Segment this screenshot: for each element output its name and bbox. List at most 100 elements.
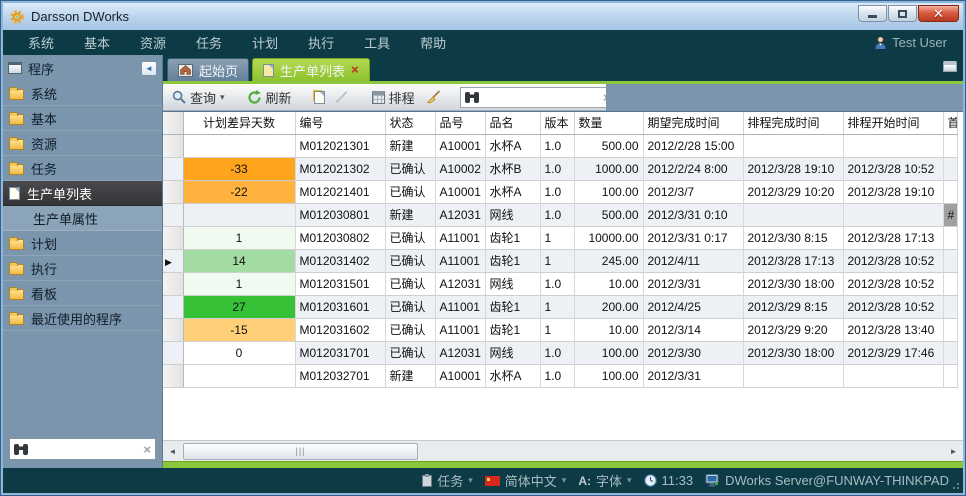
sidebar-item-1[interactable]: 基本 <box>3 106 162 131</box>
table-row[interactable]: -33M012021302已确认A10002水杯B1.01000.002012/… <box>163 157 957 180</box>
sidebar-item-2[interactable]: 资源 <box>3 131 162 156</box>
resize-grip[interactable] <box>950 480 960 490</box>
minimize-button[interactable] <box>858 5 887 22</box>
tasks-menu[interactable]: 任务 ▾ <box>422 471 473 490</box>
cell-expect: 2012/3/14 <box>643 318 743 341</box>
cell-status: 新建 <box>385 203 435 226</box>
table-row[interactable]: M012030801新建A12031网线1.0500.002012/3/31 0… <box>163 203 957 226</box>
cell-extra <box>943 134 957 157</box>
menu-item-7[interactable]: 帮助 <box>405 33 461 54</box>
sidebar-item-8[interactable]: 看板 <box>3 281 162 306</box>
new-button[interactable] <box>311 89 328 106</box>
folder-icon <box>9 239 24 250</box>
edit-button <box>333 88 353 106</box>
scrollbar-track[interactable]: ||| <box>180 443 946 460</box>
cell-diff <box>183 364 295 387</box>
column-header-7[interactable]: 期望完成时间 <box>643 112 743 134</box>
page-icon <box>9 187 20 200</box>
column-header-6[interactable]: 数量 <box>574 112 643 134</box>
menu-item-5[interactable]: 执行 <box>293 33 349 54</box>
horizontal-scrollbar[interactable]: ◄ ||| ► <box>163 440 963 461</box>
column-header-0[interactable]: 计划差异天数 <box>183 112 295 134</box>
cell-diff: 14 <box>183 249 295 272</box>
cell-qty: 245.00 <box>574 249 643 272</box>
clean-button[interactable] <box>423 88 444 106</box>
sidebar-item-0[interactable]: 系统 <box>3 81 162 106</box>
scroll-right-icon[interactable]: ► <box>946 444 961 459</box>
search-icon <box>172 90 186 104</box>
sidebar-item-6[interactable]: 计划 <box>3 231 162 256</box>
sidebar-item-3[interactable]: 任务 <box>3 156 162 181</box>
query-button[interactable]: 查询 ▾ <box>169 86 228 109</box>
scrollbar-thumb[interactable]: ||| <box>183 443 418 460</box>
refresh-button[interactable]: 刷新 <box>244 86 295 109</box>
sidebar-search-input[interactable] <box>32 442 139 456</box>
close-button[interactable]: ✕ <box>918 5 959 22</box>
table-row[interactable]: 27M012031601已确认A11001齿轮11200.002012/4/25… <box>163 295 957 318</box>
cell-sched_end <box>743 134 843 157</box>
menu-item-1[interactable]: 基本 <box>69 33 125 54</box>
column-header-4[interactable]: 品名 <box>485 112 540 134</box>
cell-item: A11001 <box>435 249 485 272</box>
cell-extra <box>943 295 957 318</box>
cell-expect: 2012/3/30 <box>643 341 743 364</box>
chevron-down-icon: ▾ <box>627 475 632 486</box>
column-header-10[interactable]: 首 <box>943 112 957 134</box>
menu-item-0[interactable]: 系统 <box>13 33 69 54</box>
toolbar: 查询 ▾ 刷新 <box>163 84 606 111</box>
column-header-8[interactable]: 排程完成时间 <box>743 112 843 134</box>
tab-close-icon[interactable]: × <box>351 64 359 76</box>
sidebar-item-9[interactable]: 最近使用的程序 <box>3 306 162 331</box>
font-menu[interactable]: A: 字体 ▾ <box>578 471 631 490</box>
cell-diff: 1 <box>183 272 295 295</box>
cell-diff: 1 <box>183 226 295 249</box>
column-header-2[interactable]: 状态 <box>385 112 435 134</box>
table-row[interactable]: 1M012030802已确认A11001齿轮1110000.002012/3/3… <box>163 226 957 249</box>
cell-ver: 1.0 <box>540 341 574 364</box>
sidebar-item-5[interactable]: 生产单属性 <box>3 206 162 231</box>
column-header-1[interactable]: 编号 <box>295 112 385 134</box>
language-menu[interactable]: 简体中文 ▾ <box>485 471 567 490</box>
cell-item: A10001 <box>435 364 485 387</box>
cell-sched_end: 2012/3/30 18:00 <box>743 272 843 295</box>
column-header-5[interactable]: 版本 <box>540 112 574 134</box>
sidebar-item-label: 基本 <box>31 109 57 128</box>
column-header-3[interactable]: 品号 <box>435 112 485 134</box>
menu-item-4[interactable]: 计划 <box>237 33 293 54</box>
table-row[interactable]: -22M012021401已确认A10001水杯A1.0100.002012/3… <box>163 180 957 203</box>
sidebar-item-4[interactable]: 生产单列表 <box>3 181 162 206</box>
menu-item-2[interactable]: 资源 <box>125 33 181 54</box>
toolbar-search-input[interactable] <box>483 90 599 104</box>
page-icon <box>263 64 274 77</box>
cell-expect: 2012/3/31 <box>643 272 743 295</box>
cell-status: 已确认 <box>385 226 435 249</box>
sidebar-header: 程序 ◄ <box>3 55 162 81</box>
china-flag-icon <box>485 476 500 486</box>
menu-item-6[interactable]: 工具 <box>349 33 405 54</box>
table-row[interactable]: M012021301新建A10001水杯A1.0500.002012/2/28 … <box>163 134 957 157</box>
cell-name: 网线 <box>485 341 540 364</box>
cell-sched_start: 2012/3/28 10:52 <box>843 157 943 180</box>
table-row[interactable]: M012032701新建A10001水杯A1.0100.002012/3/31 <box>163 364 957 387</box>
sidebar-collapse-button[interactable]: ◄ <box>141 61 157 76</box>
clock-status: 11:33 <box>644 473 694 488</box>
column-header-9[interactable]: 排程开始时间 <box>843 112 943 134</box>
table-row[interactable]: 1M012031501已确认A12031网线1.010.002012/3/312… <box>163 272 957 295</box>
undock-icon[interactable] <box>943 61 957 72</box>
table-row[interactable]: -15M012031602已确认A11001齿轮1110.002012/3/14… <box>163 318 957 341</box>
sidebar-item-7[interactable]: 执行 <box>3 256 162 281</box>
tab-start-page[interactable]: 起始页 <box>167 58 249 81</box>
current-row-icon: ▶ <box>165 257 172 267</box>
table-row[interactable]: ▶14M012031402已确认A11001齿轮11245.002012/4/1… <box>163 249 957 272</box>
table-row[interactable]: 0M012031701已确认A12031网线1.0100.002012/3/30… <box>163 341 957 364</box>
cell-code: M012030801 <box>295 203 385 226</box>
tab-production-order-list[interactable]: 生产单列表 × <box>252 58 370 81</box>
maximize-button[interactable] <box>888 5 917 22</box>
sidebar-search: × <box>9 438 156 460</box>
folder-icon <box>9 164 24 175</box>
scroll-left-icon[interactable]: ◄ <box>165 444 180 459</box>
schedule-button[interactable]: 排程 <box>369 86 418 109</box>
sidebar-search-clear-icon[interactable]: × <box>143 443 151 456</box>
menu-item-3[interactable]: 任务 <box>181 33 237 54</box>
user-indicator[interactable]: Test User <box>874 35 953 50</box>
